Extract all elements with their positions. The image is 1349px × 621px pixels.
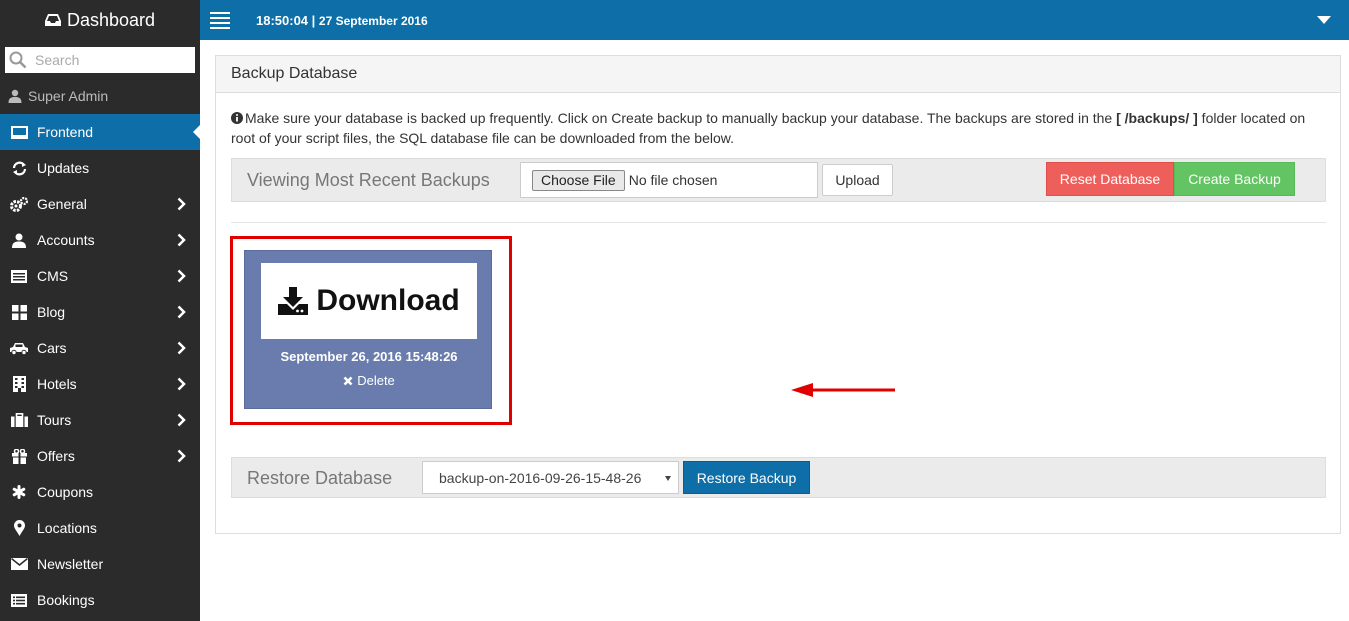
file-status: No file chosen <box>628 172 718 188</box>
user-name: Super Admin <box>28 88 109 104</box>
chevron-right-icon <box>177 413 186 427</box>
upload-button[interactable]: Upload <box>822 164 893 196</box>
search-box[interactable] <box>5 47 195 73</box>
sidebar-item-accounts[interactable]: Accounts <box>0 222 200 258</box>
panel-title: Backup Database <box>216 56 1340 93</box>
sidebar-item-label: Accounts <box>37 232 95 248</box>
active-indicator <box>193 125 200 139</box>
chevron-right-icon <box>177 269 186 283</box>
sidebar-item-newsletter[interactable]: Newsletter <box>0 546 200 582</box>
info-text-start: Make sure your database is backed up fre… <box>245 110 1117 126</box>
backup-toolbar: Viewing Most Recent Backups Choose File … <box>231 158 1326 202</box>
sidebar-item-label: Frontend <box>37 124 94 140</box>
menu-toggle-icon[interactable] <box>210 11 230 29</box>
sidebar-item-coupons[interactable]: Coupons <box>0 474 200 510</box>
gears-icon <box>10 196 28 212</box>
search-input[interactable] <box>35 52 185 68</box>
topbar: 18:50:04 | 27 September 2016 <box>200 0 1349 40</box>
annotation-arrow-icon <box>791 383 895 397</box>
sidebar-item-frontend[interactable]: Frontend <box>0 114 200 150</box>
backup-date: September 26, 2016 15:48:26 <box>280 349 458 364</box>
chevron-down-icon <box>665 476 671 481</box>
building-icon <box>10 376 28 392</box>
sidebar-item-label: Blog <box>37 304 66 320</box>
sidebar-item-label: CMS <box>37 268 69 284</box>
map-marker-icon <box>10 520 28 536</box>
chevron-right-icon <box>177 305 186 319</box>
info-text: Make sure your database is backed up fre… <box>231 108 1326 148</box>
viewing-label: Viewing Most Recent Backups <box>247 170 490 190</box>
sidebar-item-locations[interactable]: Locations <box>0 510 200 546</box>
asterisk-icon <box>10 484 28 500</box>
search-icon <box>9 51 27 69</box>
clock: 18:50:04 | 27 September 2016 <box>256 13 428 28</box>
delete-backup-link[interactable]: Delete <box>245 373 493 388</box>
chevron-right-icon <box>177 449 186 463</box>
brand[interactable]: Dashboard <box>0 0 200 40</box>
file-input[interactable]: Choose File No file chosen <box>520 162 818 198</box>
grid-icon <box>10 304 28 320</box>
sidebar-item-label: General <box>37 196 87 212</box>
sidebar-item-bookings[interactable]: Bookings <box>0 582 200 618</box>
sidebar-item-hotels[interactable]: Hotels <box>0 366 200 402</box>
chevron-right-icon <box>177 197 186 211</box>
sidebar-item-label: Offers <box>37 448 75 464</box>
sidebar-item-blog[interactable]: Blog <box>0 294 200 330</box>
sidebar-item-label: Tours <box>37 412 72 428</box>
sidebar-item-updates[interactable]: Updates <box>0 150 200 186</box>
clock-time: 18:50:04 <box>256 12 309 28</box>
sidebar-item-tours[interactable]: Tours <box>0 402 200 438</box>
sidebar-item-label: Coupons <box>37 484 94 500</box>
download-label: Download <box>316 284 460 317</box>
restore-backup-select[interactable]: backup-on-2016-09-26-15-48-26 <box>422 461 679 494</box>
info-path: [ /backups/ ] <box>1116 110 1198 126</box>
restore-selected-value: backup-on-2016-09-26-15-48-26 <box>439 469 642 486</box>
backup-card: Download September 26, 2016 15:48:26 Del… <box>244 250 492 409</box>
user-icon <box>8 89 22 103</box>
sidebar-item-label: Newsletter <box>37 556 104 572</box>
chevron-right-icon <box>177 341 186 355</box>
sidebar: Dashboard Super Admin Frontend Updates G… <box>0 0 200 621</box>
car-icon <box>10 340 28 356</box>
current-user[interactable]: Super Admin <box>0 78 200 114</box>
sidebar-item-label: Hotels <box>37 376 77 392</box>
list-icon <box>10 268 28 284</box>
create-backup-button[interactable]: Create Backup <box>1174 162 1295 196</box>
chevron-right-icon <box>177 377 186 391</box>
sidebar-item-cms[interactable]: CMS <box>0 258 200 294</box>
envelope-icon <box>10 556 28 572</box>
delete-label: Delete <box>357 373 395 388</box>
restore-toolbar: Restore Database backup-on-2016-09-26-15… <box>231 457 1326 498</box>
sidebar-item-general[interactable]: General <box>0 186 200 222</box>
refresh-icon <box>10 160 28 176</box>
brand-label: Dashboard <box>66 9 156 30</box>
chevron-right-icon <box>177 233 186 247</box>
sidebar-item-cars[interactable]: Cars <box>0 330 200 366</box>
gift-icon <box>10 448 28 464</box>
sidebar-item-label: Cars <box>37 340 67 356</box>
monitor-icon <box>10 124 28 140</box>
caret-down-icon[interactable] <box>1317 16 1331 24</box>
backup-panel: Backup Database Make sure your database … <box>215 55 1341 534</box>
info-circle-icon <box>231 112 243 124</box>
inbox-icon <box>44 14 61 26</box>
sidebar-item-offers[interactable]: Offers <box>0 438 200 474</box>
divider <box>231 222 1326 223</box>
reset-database-button[interactable]: Reset Database <box>1046 162 1174 196</box>
close-icon <box>343 376 353 385</box>
sidebar-item-label: Locations <box>37 520 97 536</box>
download-icon <box>278 287 309 315</box>
sidebar-item-label: Updates <box>37 160 90 176</box>
suitcase-icon <box>10 412 28 428</box>
download-button[interactable]: Download <box>261 263 477 339</box>
user-icon <box>10 232 28 248</box>
clock-date: 27 September 2016 <box>318 13 428 28</box>
list-alt-icon <box>10 592 28 608</box>
restore-backup-button[interactable]: Restore Backup <box>683 461 810 494</box>
restore-label: Restore Database <box>247 468 393 488</box>
clock-separator: | <box>308 12 319 28</box>
sidebar-item-label: Bookings <box>37 592 95 608</box>
choose-file-button[interactable]: Choose File <box>532 169 625 191</box>
